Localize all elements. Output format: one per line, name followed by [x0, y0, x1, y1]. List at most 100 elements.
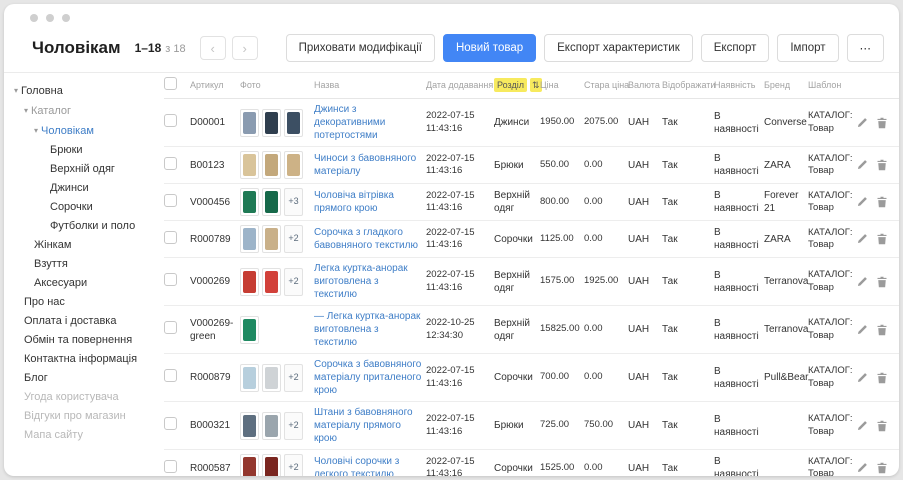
window-control-dot[interactable]	[30, 14, 38, 22]
column-header-old_price[interactable]: Стара ціна	[584, 76, 628, 96]
brand-cell: Pull&Bear	[764, 367, 808, 388]
row-checkbox[interactable]	[164, 417, 177, 430]
delete-icon[interactable]	[876, 324, 888, 336]
row-checkbox[interactable]	[164, 321, 177, 334]
product-name-link[interactable]: Чоловічі сорочки з легкого текстилю	[314, 455, 422, 476]
delete-icon[interactable]	[876, 117, 888, 129]
export-button[interactable]: Експорт	[701, 34, 770, 62]
display-cell: Так	[662, 271, 714, 292]
sidebar-item[interactable]: Відгуки про магазин	[14, 407, 152, 426]
sidebar-item[interactable]: Оплата і доставка	[14, 312, 152, 331]
currency-cell: UAH	[628, 271, 662, 292]
sidebar-item[interactable]: ▾Каталог	[14, 101, 152, 121]
import-button[interactable]: Імпорт	[777, 34, 838, 62]
more-photos-badge[interactable]: +2	[284, 364, 303, 392]
next-page-button[interactable]: ›	[232, 36, 258, 60]
column-header-name[interactable]: Назва	[314, 76, 426, 96]
price-cell: 800.00	[540, 192, 584, 212]
edit-icon[interactable]	[856, 372, 868, 384]
chevron-down-icon: ▾	[24, 106, 28, 115]
sidebar-item[interactable]: Футболки и поло	[14, 217, 152, 236]
product-photo	[262, 268, 281, 296]
hide-modifications-button[interactable]: Приховати модифікації	[286, 34, 435, 62]
window-control-dot[interactable]	[46, 14, 54, 22]
delete-icon[interactable]	[876, 276, 888, 288]
edit-icon[interactable]	[856, 117, 868, 129]
product-name-link[interactable]: Сорочка з бавовняного матеріалу притален…	[314, 358, 422, 397]
sku-cell: V000269	[190, 271, 240, 292]
product-name-link[interactable]: Чиноси з бавовняного матеріалу	[314, 152, 422, 178]
column-header-availability[interactable]: Наявність	[714, 76, 764, 96]
sidebar-item[interactable]: Угода користувача	[14, 388, 152, 407]
select-all-checkbox[interactable]	[164, 77, 177, 90]
photo-cell: +3	[240, 184, 314, 220]
row-checkbox[interactable]	[164, 157, 177, 170]
sidebar-item[interactable]: Жінкам	[14, 236, 152, 255]
column-header-date[interactable]: Дата додавання	[426, 76, 494, 96]
column-header-template[interactable]: Шаблон	[808, 76, 864, 96]
column-header-display[interactable]: Відображати	[662, 76, 714, 96]
sidebar-item[interactable]: ▾Чоловікам	[14, 121, 152, 141]
row-checkbox[interactable]	[164, 369, 177, 382]
delete-icon[interactable]	[876, 462, 888, 474]
price-cell: 1125.00	[540, 229, 584, 249]
sidebar-item[interactable]: Взуття	[14, 255, 152, 274]
column-header-sku[interactable]: Артикул	[190, 76, 240, 96]
column-header-currency[interactable]: Валюта	[628, 76, 662, 96]
delete-icon[interactable]	[876, 420, 888, 432]
prev-page-button[interactable]: ‹	[200, 36, 226, 60]
product-name-link[interactable]: — Легка куртка-анорак виготовлена з текс…	[314, 310, 422, 349]
more-actions-button[interactable]: ⋯	[847, 34, 885, 62]
sidebar-item[interactable]: Сорочки	[14, 198, 152, 217]
sidebar-item[interactable]: Контактна інформація	[14, 350, 152, 369]
row-checkbox[interactable]	[164, 194, 177, 207]
sidebar-item[interactable]: Блог	[14, 369, 152, 388]
product-name-link[interactable]: Легка куртка-анорак виготовлена з тексти…	[314, 262, 422, 301]
more-photos-badge[interactable]: +2	[284, 268, 303, 296]
more-photos-badge[interactable]: +2	[284, 412, 303, 440]
more-photos-badge[interactable]: +3	[284, 188, 303, 216]
edit-icon[interactable]	[856, 159, 868, 171]
product-name-link[interactable]: Штани з бавовняного матеріалу прямого кр…	[314, 406, 422, 445]
currency-cell: UAH	[628, 458, 662, 477]
edit-icon[interactable]	[856, 233, 868, 245]
sidebar-item[interactable]: ▾Головна	[14, 81, 152, 101]
column-header-photos[interactable]: Фото	[240, 76, 314, 96]
table-row: R000587 +2 Чоловічі сорочки з легкого те…	[164, 450, 899, 476]
export-characteristics-button[interactable]: Експорт характеристик	[544, 34, 693, 62]
more-photos-badge[interactable]: +2	[284, 454, 303, 476]
product-name-link[interactable]: Сорочка з гладкого бавовняного текстилю	[314, 226, 422, 252]
sidebar-item[interactable]: Обмін та повернення	[14, 331, 152, 350]
app-window: Чоловікам 1–18з 18 ‹ › Приховати модифік…	[4, 4, 899, 476]
delete-icon[interactable]	[876, 159, 888, 171]
product-name-link[interactable]: Чоловіча вітрівка прямого крою	[314, 189, 422, 215]
edit-icon[interactable]	[856, 276, 868, 288]
photo-cell: +2	[240, 450, 314, 476]
edit-icon[interactable]	[856, 420, 868, 432]
row-checkbox[interactable]	[164, 114, 177, 127]
edit-icon[interactable]	[856, 196, 868, 208]
edit-icon[interactable]	[856, 324, 868, 336]
row-checkbox[interactable]	[164, 231, 177, 244]
row-checkbox[interactable]	[164, 460, 177, 473]
sidebar-item[interactable]: Брюки	[14, 141, 152, 160]
edit-icon[interactable]	[856, 462, 868, 474]
sidebar-item[interactable]: Джинси	[14, 179, 152, 198]
sidebar-item[interactable]: Аксесуари	[14, 274, 152, 293]
product-photo	[240, 188, 259, 216]
column-header-section[interactable]: Розділ⇅	[494, 76, 540, 96]
sidebar-item[interactable]: Мапа сайту	[14, 426, 152, 445]
column-header-price[interactable]: Ціна	[540, 76, 584, 96]
sidebar-item[interactable]: Про нас	[14, 293, 152, 312]
delete-icon[interactable]	[876, 196, 888, 208]
page-title: Чоловікам	[32, 38, 121, 58]
window-control-dot[interactable]	[62, 14, 70, 22]
sidebar-item[interactable]: Верхній одяг	[14, 160, 152, 179]
delete-icon[interactable]	[876, 372, 888, 384]
more-photos-badge[interactable]: +2	[284, 225, 303, 253]
product-name-link[interactable]: Джинси з декоративними потертостями	[314, 103, 422, 142]
row-checkbox[interactable]	[164, 273, 177, 286]
new-product-button[interactable]: Новий товар	[443, 34, 536, 62]
delete-icon[interactable]	[876, 233, 888, 245]
column-header-brand[interactable]: Бренд	[764, 76, 808, 96]
